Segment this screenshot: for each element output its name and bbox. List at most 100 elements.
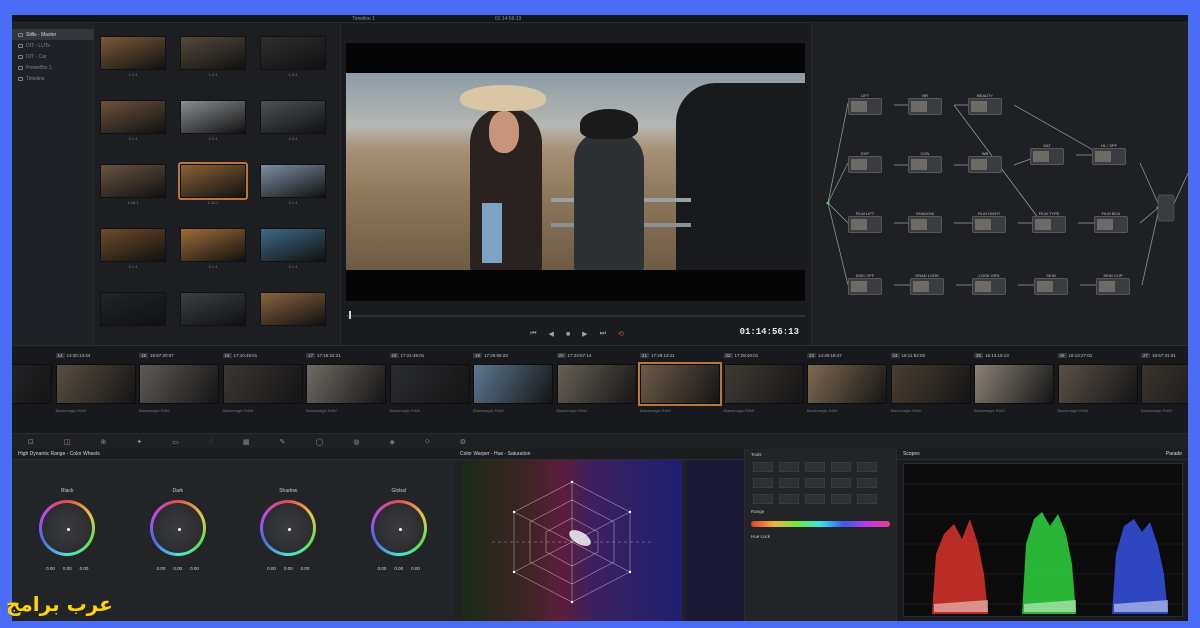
- color-wheel[interactable]: [39, 500, 96, 556]
- zoom-icon[interactable]: ⊕: [101, 438, 107, 446]
- warper-tool-button[interactable]: [831, 494, 851, 504]
- color-wheel[interactable]: [149, 500, 206, 556]
- timeline-clip[interactable]: 24 16:11:52:03 Blackmagic RAW: [890, 350, 973, 430]
- key-icon[interactable]: ◍: [353, 438, 359, 446]
- settings-icon[interactable]: ⚙: [460, 438, 466, 446]
- wheel-value[interactable]: 0.00: [284, 566, 293, 571]
- warper-tool-button[interactable]: [831, 478, 851, 488]
- wheel-value[interactable]: 0.00: [378, 566, 387, 571]
- blur-icon[interactable]: ◈: [390, 438, 395, 446]
- ellipse-icon[interactable]: ◌: [209, 438, 213, 445]
- scrubber[interactable]: [346, 315, 805, 317]
- color-node[interactable]: SKIN: [1034, 273, 1068, 295]
- hue-lock-label[interactable]: Hue Lock: [745, 531, 896, 542]
- layers-icon[interactable]: ▭: [172, 438, 179, 446]
- warper-tool-button[interactable]: [779, 478, 799, 488]
- timeline-clip[interactable]: 27 16:57:31:01 Blackmagic RAW: [1141, 350, 1188, 430]
- color-node[interactable]: SAT: [1030, 143, 1064, 165]
- timeline-clip[interactable]: 20 17:23:57:14 Blackmagic RAW: [556, 350, 639, 430]
- warper-tool-button[interactable]: [857, 462, 877, 472]
- timeline-clip[interactable]: 23 14:40:18:47 Blackmagic RAW: [807, 350, 889, 430]
- circle-icon[interactable]: ◯: [316, 438, 324, 446]
- wheel-value[interactable]: 0.00: [267, 566, 276, 571]
- wheel-value[interactable]: 0.00: [301, 566, 310, 571]
- wheel-puck[interactable]: [42, 503, 93, 553]
- keyframe-icon[interactable]: ⬦: [425, 438, 430, 446]
- skip-back-icon[interactable]: ⏮: [530, 330, 536, 338]
- color-node[interactable]: WB: [968, 151, 1002, 173]
- media-thumbnail[interactable]: 2.1.1: [180, 228, 246, 288]
- timeline-clip[interactable]: 25 16:13:15:13 Blackmagic RAW: [974, 350, 1056, 430]
- color-node[interactable]: FILM BOX: [1094, 211, 1128, 233]
- color-node[interactable]: NR: [908, 93, 942, 115]
- warper-tool-button[interactable]: [779, 462, 799, 472]
- color-node[interactable]: CON: [908, 151, 942, 173]
- timeline-clip[interactable]: 22 17:28:40:01 Blackmagic RAW: [723, 350, 806, 430]
- color-node[interactable]: BEAUTY: [968, 93, 1002, 115]
- bin-item[interactable]: DIT - Car: [12, 51, 93, 62]
- color-node[interactable]: SKIN CLIP: [1096, 273, 1130, 295]
- media-thumbnail[interactable]: 1.1.1: [100, 36, 166, 96]
- timeline-clip[interactable]: 16 17:10:45:01 Blackmagic RAW: [222, 350, 305, 430]
- crop-icon[interactable]: ⊡: [28, 438, 34, 446]
- color-node[interactable]: GRAD LOOK: [910, 273, 944, 295]
- wheel-value[interactable]: 0.00: [173, 566, 182, 571]
- warper-tool-button[interactable]: [805, 462, 825, 472]
- warper-tool-button[interactable]: [805, 494, 825, 504]
- stop-icon[interactable]: ■: [566, 331, 570, 338]
- media-thumbnail[interactable]: 1.18.1: [100, 164, 166, 224]
- timeline-clip[interactable]: 19 17:25:55:23 Blackmagic RAW: [473, 350, 555, 430]
- color-wheel[interactable]: [260, 500, 317, 556]
- skip-forward-icon[interactable]: ⏭: [600, 330, 606, 338]
- warper-tool-button[interactable]: [857, 478, 877, 488]
- play-icon[interactable]: ▶: [582, 330, 587, 338]
- timeline-clip[interactable]: 18 17:21:45:01 Blackmagic RAW: [389, 350, 472, 430]
- wheel-value[interactable]: 0.00: [411, 566, 420, 571]
- bin-item[interactable]: DIT - LUTs: [12, 40, 93, 51]
- wheel-puck[interactable]: [263, 503, 314, 553]
- warper-tool-button[interactable]: [779, 494, 799, 504]
- media-thumbnail[interactable]: [180, 292, 246, 352]
- color-node[interactable]: FILM LIFT: [848, 211, 882, 233]
- scope-mode-select[interactable]: Parade: [1166, 451, 1182, 457]
- wheel-value[interactable]: 0.00: [46, 566, 55, 571]
- media-thumbnail[interactable]: [100, 292, 166, 352]
- bin-item[interactable]: PowerBin 1: [12, 62, 93, 73]
- color-node[interactable]: FILM TYPE: [1032, 211, 1066, 233]
- warper-tool-button[interactable]: [857, 494, 877, 504]
- color-node[interactable]: FILM HIGHT: [972, 211, 1006, 233]
- wheel-value[interactable]: 0.00: [63, 566, 72, 571]
- timeline-clip[interactable]: 13:17 Blackmagic RAW: [12, 350, 54, 430]
- media-thumbnail[interactable]: 2.1.1: [100, 228, 166, 288]
- loop-icon[interactable]: ⟲: [618, 330, 624, 338]
- warper-tool-button[interactable]: [753, 494, 773, 504]
- color-wheel[interactable]: [370, 500, 427, 556]
- warper-tool-button[interactable]: [831, 462, 851, 472]
- wheel-value[interactable]: 0.00: [157, 566, 166, 571]
- picker-icon[interactable]: ✎: [280, 438, 286, 446]
- timeline-clip[interactable]: 21 17:29:13:11 Blackmagic RAW: [638, 350, 722, 430]
- media-thumbnail[interactable]: 2.1.1: [260, 228, 326, 288]
- timeline-clip[interactable]: 15 16:57:20:07 Blackmagic RAW: [139, 350, 221, 430]
- media-thumbnail[interactable]: 2.1.1: [100, 100, 166, 160]
- timeline-name[interactable]: Timeline 1: [352, 16, 375, 22]
- camera-icon[interactable]: ◫: [64, 438, 71, 446]
- color-node[interactable]: SHADOW: [908, 211, 942, 233]
- color-node[interactable]: DISC OFF: [848, 273, 882, 295]
- warper-tool-button[interactable]: [753, 478, 773, 488]
- bin-item[interactable]: Timeline: [12, 73, 93, 84]
- warper-mesh[interactable]: [462, 460, 682, 621]
- media-thumbnail[interactable]: [260, 292, 326, 352]
- wheel-puck[interactable]: [152, 503, 203, 553]
- magic-icon[interactable]: ✦: [136, 438, 142, 446]
- timeline-clip[interactable]: 26 16:13:27:01 Blackmagic RAW: [1057, 350, 1140, 430]
- media-thumbnail[interactable]: 2.2.1: [180, 100, 246, 160]
- wheel-puck[interactable]: [373, 503, 424, 553]
- color-node[interactable]: HL / SPF: [1092, 143, 1126, 165]
- playhead[interactable]: [349, 311, 351, 319]
- media-thumbnail[interactable]: 1.2.1: [180, 36, 246, 96]
- wheel-value[interactable]: 0.00: [394, 566, 403, 571]
- color-node[interactable]: LOOK GEN: [972, 273, 1006, 295]
- wheel-value[interactable]: 0.00: [80, 566, 89, 571]
- wheel-value[interactable]: 0.00: [190, 566, 199, 571]
